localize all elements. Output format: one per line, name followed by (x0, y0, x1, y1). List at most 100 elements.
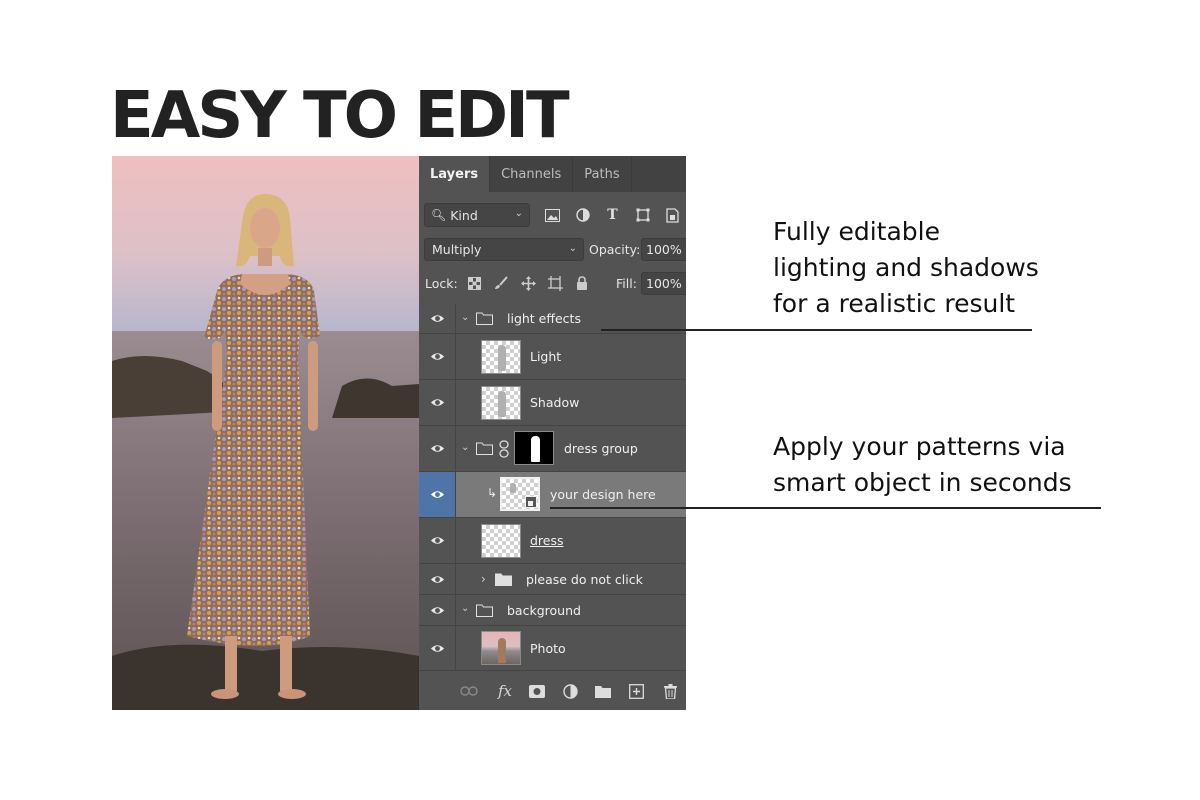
filter-icons: T (542, 203, 683, 227)
lock-all-icon[interactable] (572, 272, 592, 294)
layer-name: your design here (550, 487, 656, 502)
layer-name: Light (530, 349, 562, 364)
lock-pixels-brush-icon[interactable] (491, 272, 511, 294)
visibility-toggle[interactable] (419, 564, 456, 594)
eye-icon (430, 353, 444, 360)
trash-icon[interactable] (660, 681, 680, 701)
layer-name: Photo (530, 641, 566, 656)
layer-row-please-do-not-click[interactable]: › please do not click (419, 564, 686, 595)
layer-row-shadow[interactable]: Shadow (419, 380, 686, 426)
adjustment-filter-icon[interactable] (572, 203, 593, 227)
filter-kind-select[interactable]: 🔍︎ Kind ⌄ (424, 203, 530, 227)
lock-transparency-icon[interactable] (464, 272, 484, 294)
eye-icon (430, 606, 444, 614)
eye-icon (430, 491, 444, 498)
eye-icon (430, 315, 444, 322)
opacity-value: 100% (646, 242, 682, 257)
visibility-toggle[interactable] (419, 380, 456, 425)
tab-layers[interactable]: Layers (419, 156, 491, 192)
blend-mode-value: Multiply (432, 242, 482, 257)
layer-name: please do not click (526, 572, 643, 587)
lock-label: Lock: (425, 276, 458, 291)
panel-tabs: Layers Channels Paths (419, 156, 686, 192)
smart-object-icon (525, 496, 537, 508)
visibility-toggle[interactable] (419, 626, 456, 671)
callout-line: lighting and shadows (773, 253, 1039, 282)
chain-link-icon[interactable] (499, 440, 509, 458)
headline: EASY TO EDIT (110, 79, 570, 153)
shape-filter-icon[interactable] (632, 203, 653, 227)
layer-row-your-design-here[interactable]: ↳ your design here (419, 472, 686, 518)
fill-label: Fill: (616, 276, 637, 291)
eye-icon (430, 537, 444, 544)
panel-footer: fx (419, 670, 686, 710)
smart-object-thumbnail[interactable] (500, 477, 540, 511)
visibility-toggle[interactable] (419, 334, 456, 379)
fill-input[interactable]: 100% (641, 272, 686, 295)
chevron-down-icon[interactable]: ⌄ (461, 312, 469, 323)
layer-thumbnail (481, 340, 521, 374)
eye-icon (430, 399, 444, 406)
fx-icon[interactable]: fx (495, 681, 515, 701)
layer-mask-thumbnail[interactable] (514, 431, 554, 465)
layer-thumbnail (481, 524, 521, 558)
eye-icon (430, 575, 444, 583)
layer-thumbnail (481, 386, 521, 420)
chevron-right-icon[interactable]: › (481, 572, 486, 586)
visibility-toggle[interactable] (419, 426, 456, 471)
eye-icon (430, 445, 444, 452)
lock-position-move-icon[interactable] (518, 272, 538, 294)
photo-thumbnail (481, 631, 521, 665)
folder-icon (476, 442, 493, 455)
layer-name: background (507, 603, 581, 618)
callout-line: Fully editable (773, 217, 941, 246)
visibility-toggle[interactable] (419, 472, 456, 517)
opacity-input[interactable]: 100% (641, 238, 686, 261)
model-photo (112, 156, 419, 710)
adjustment-layer-icon[interactable] (560, 681, 580, 701)
new-layer-icon[interactable] (626, 681, 646, 701)
folder-icon (495, 573, 512, 586)
blend-mode-select[interactable]: Multiply ⌄ (424, 238, 584, 261)
callout-patterns: Apply your patterns via smart object in … (773, 429, 1072, 501)
callout-line: for a realistic result (773, 289, 1016, 318)
chevron-down-icon: ⌄ (514, 208, 523, 219)
smart-object-filter-icon[interactable] (662, 203, 683, 227)
clipping-arrow-icon: ↳ (487, 486, 498, 500)
image-filter-icon[interactable] (542, 203, 563, 227)
layer-row-background[interactable]: ⌄ background (419, 595, 686, 626)
add-mask-icon[interactable] (527, 681, 547, 701)
layer-row-photo[interactable]: Photo (419, 626, 686, 672)
link-layers-icon[interactable] (459, 681, 479, 701)
new-group-folder-icon[interactable] (593, 681, 613, 701)
callout-line: smart object in seconds (773, 468, 1072, 497)
layer-row-dress[interactable]: dress (419, 518, 686, 564)
tab-paths[interactable]: Paths (573, 156, 632, 192)
visibility-toggle[interactable] (419, 595, 456, 625)
chevron-down-icon[interactable]: ⌄ (461, 442, 469, 453)
callout-lighting: Fully editable lighting and shadows for … (773, 214, 1039, 322)
fill-value: 100% (646, 276, 682, 291)
tab-channels[interactable]: Channels (490, 156, 574, 192)
type-filter-icon[interactable]: T (602, 203, 623, 227)
filter-kind-label: Kind (450, 207, 478, 223)
lock-icons (464, 272, 592, 294)
layer-row-light[interactable]: Light (419, 334, 686, 380)
visibility-toggle[interactable] (419, 304, 456, 333)
lock-artboard-icon[interactable] (545, 272, 565, 294)
folder-icon (476, 312, 493, 325)
folder-icon (476, 604, 493, 617)
layer-name: dress (530, 533, 564, 548)
visibility-toggle[interactable] (419, 518, 456, 563)
eye-icon (430, 645, 444, 652)
callout-leader-line (601, 329, 1032, 331)
search-icon: 🔍︎ (431, 208, 447, 222)
chevron-down-icon[interactable]: ⌄ (461, 603, 469, 614)
callout-line: Apply your patterns via (773, 432, 1066, 461)
layer-row-dress-group[interactable]: ⌄ dress group (419, 426, 686, 472)
layer-name: Shadow (530, 395, 580, 410)
layers-panel: Layers Channels Paths 🔍︎ Kind ⌄ T Multip… (419, 156, 686, 710)
chevron-down-icon: ⌄ (568, 243, 577, 254)
layer-name: light effects (507, 311, 581, 326)
layer-name: dress group (564, 441, 638, 456)
